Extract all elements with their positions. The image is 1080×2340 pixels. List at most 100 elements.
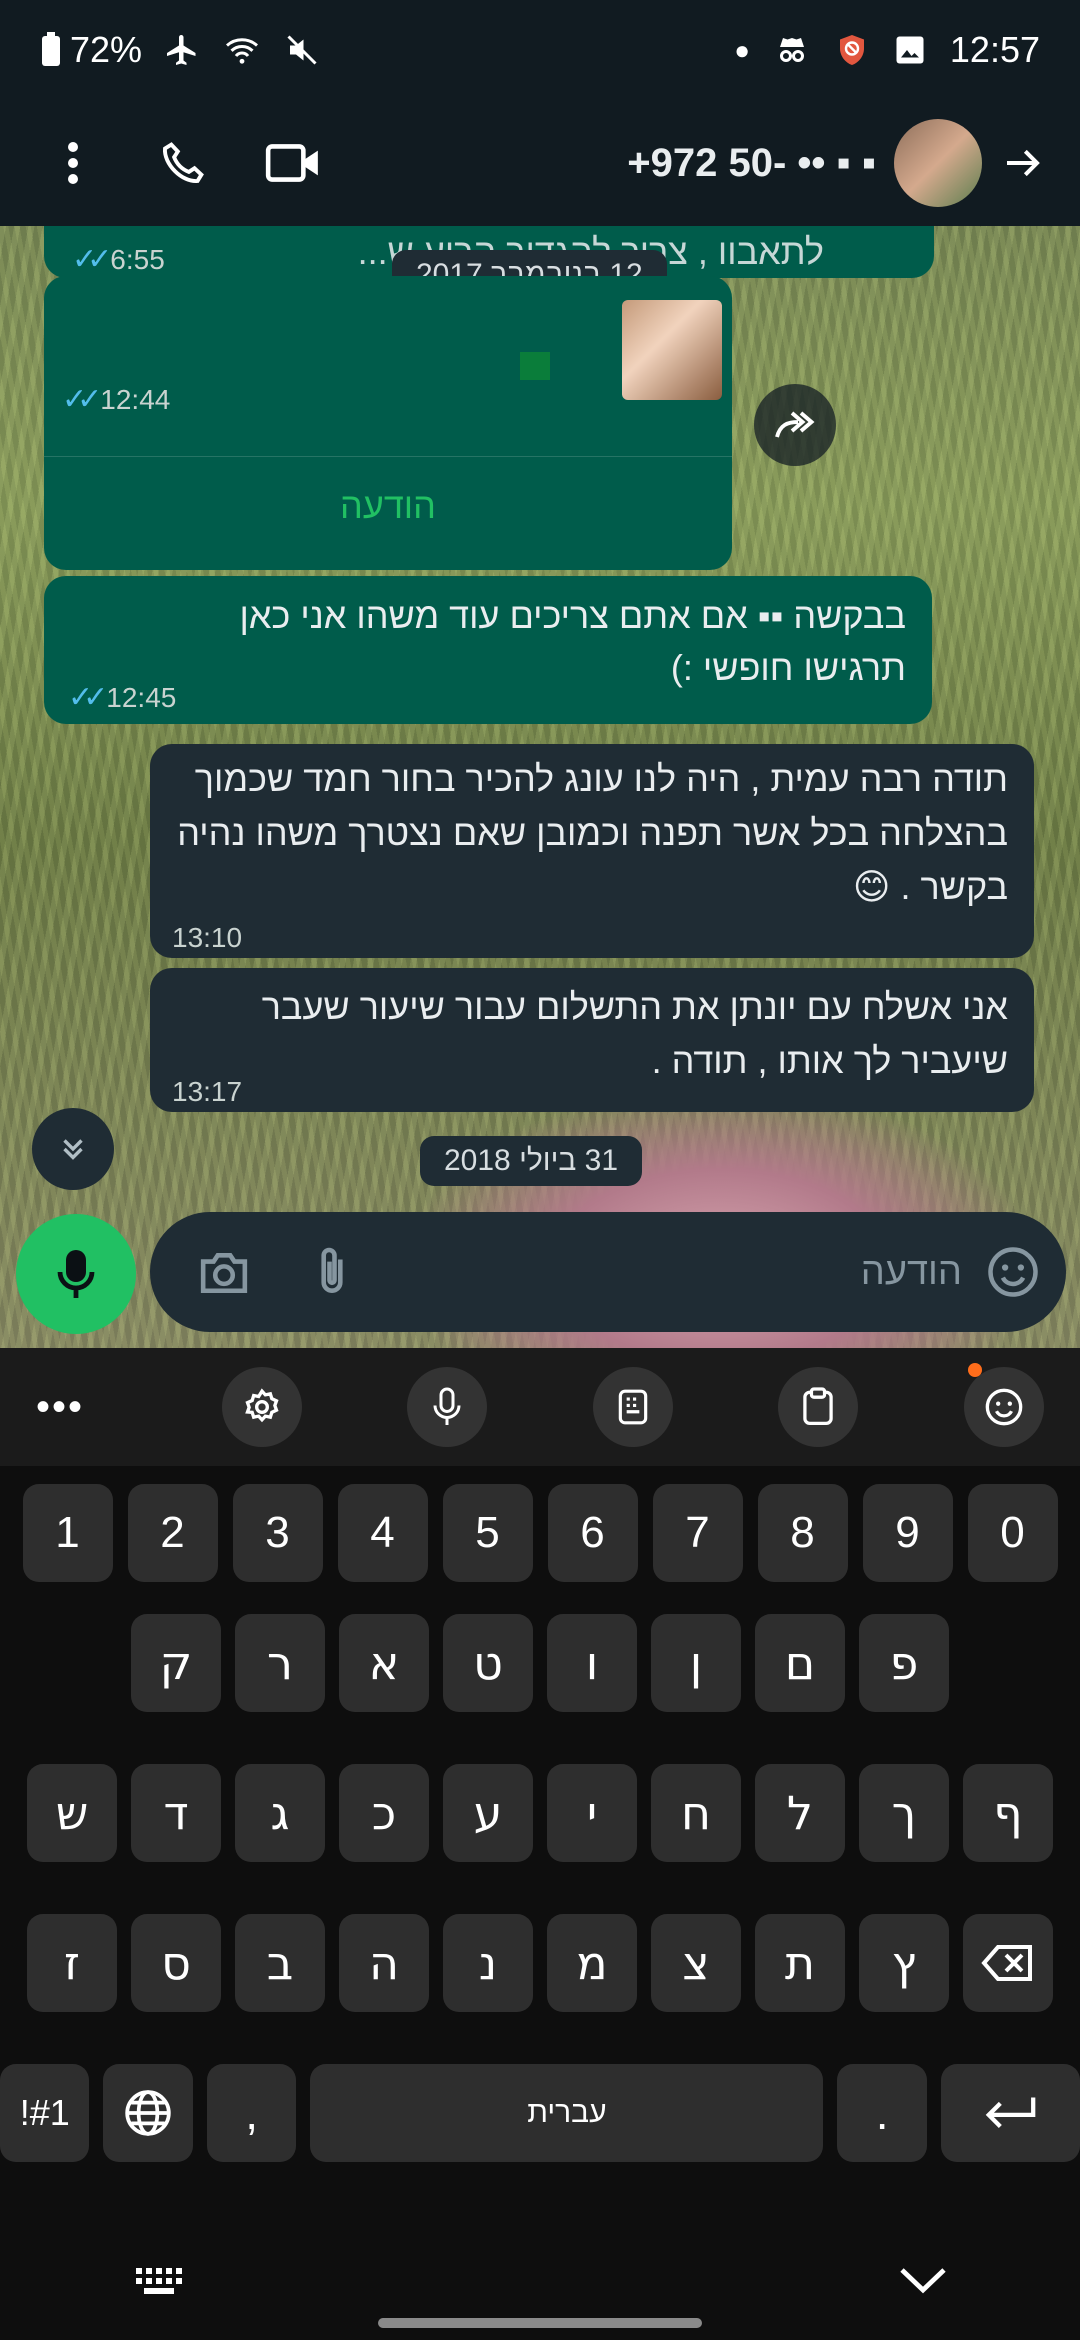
read-ticks-icon: ✓✓	[68, 681, 108, 714]
sticker-image[interactable]	[622, 300, 722, 400]
period-key[interactable]: .	[837, 2064, 927, 2162]
comma-key[interactable]: ,	[206, 2064, 297, 2162]
key-he[interactable]: ה	[339, 1914, 429, 2012]
space-key[interactable]: עברית	[310, 2064, 824, 2162]
key-5[interactable]: 5	[442, 1484, 533, 1582]
key-9[interactable]: 9	[862, 1484, 953, 1582]
key-kaf[interactable]: כ	[339, 1764, 429, 1862]
keyboard-mode-icon[interactable]	[592, 1367, 673, 1447]
gesture-handle[interactable]	[378, 2318, 702, 2328]
avatar[interactable]	[894, 119, 982, 207]
gallery-icon	[892, 32, 928, 68]
settings-icon[interactable]	[221, 1367, 302, 1447]
divider	[44, 456, 732, 457]
message-text: אני אשלח עם יונתן את התשלום עבור שיעור ש…	[261, 986, 1008, 1081]
more-options-icon[interactable]	[28, 118, 118, 208]
letter-row-1: ק ר א ט ו ן ם פ	[0, 1614, 1080, 1712]
key-ayin[interactable]: ע	[443, 1764, 533, 1862]
camera-icon[interactable]	[196, 1247, 252, 1297]
read-ticks-icon: ✓✓	[62, 383, 102, 416]
status-bar: 72% ● 12:57	[0, 0, 1080, 100]
attach-icon[interactable]	[310, 1245, 354, 1299]
key-tsadi[interactable]: צ	[651, 1914, 741, 2012]
emoji-icon[interactable]	[986, 1245, 1040, 1299]
key-1[interactable]: 1	[22, 1484, 113, 1582]
airplane-icon	[164, 32, 200, 68]
key-final-kaf[interactable]: ך	[859, 1764, 949, 1862]
key-7[interactable]: 7	[652, 1484, 743, 1582]
key-mem[interactable]: מ	[547, 1914, 637, 2012]
message-bubble-incoming[interactable]: אני אשלח עם יונתן את התשלום עבור שיעור ש…	[150, 968, 1034, 1112]
message-bubble-media[interactable]: ✓✓ 12:44 הודעה	[44, 276, 732, 570]
contact-name[interactable]: +972 50-‪ ﻿•• ▪ ▪	[338, 141, 894, 186]
key-lamed[interactable]: ל	[755, 1764, 845, 1862]
message-time: 13:10	[172, 922, 243, 953]
symbols-key[interactable]: !#1	[0, 2064, 90, 2162]
letter-row-2: ש ד ג כ ע י ח ל ך ף	[0, 1764, 1080, 1862]
key-resh[interactable]: ר	[235, 1614, 325, 1712]
battery-icon	[40, 32, 62, 68]
voice-call-icon[interactable]	[138, 118, 228, 208]
number-row: 1 2 3 4 5 6 7 8 9 0	[0, 1484, 1080, 1582]
key-tet[interactable]: ט	[443, 1614, 533, 1712]
message-link-button[interactable]: הודעה	[44, 480, 732, 532]
backspace-key[interactable]	[963, 1914, 1053, 2012]
notification-dot-icon: ●	[734, 34, 750, 65]
battery-percent: 72%	[70, 29, 143, 70]
key-pe[interactable]: פ	[859, 1614, 949, 1712]
more-tools-icon[interactable]: •••	[36, 1385, 116, 1430]
key-nun[interactable]: נ	[443, 1914, 533, 2012]
message-text: בבקשה ▪▪ אם אתם צריכים עוד משהו אני כאן	[239, 595, 906, 636]
key-shin[interactable]: ש	[27, 1764, 117, 1862]
emoji-keyboard-icon[interactable]	[963, 1363, 1044, 1447]
language-globe-icon[interactable]	[103, 2064, 193, 2162]
chat-header: +972 50-‪ ﻿•• ▪ ▪	[0, 100, 1080, 226]
voice-input-icon[interactable]	[407, 1367, 488, 1447]
key-qof[interactable]: ק	[131, 1614, 221, 1712]
key-zayin[interactable]: ז	[27, 1914, 117, 2012]
shield-block-icon	[834, 32, 870, 68]
back-arrow-icon[interactable]	[992, 118, 1052, 208]
green-square-image	[520, 352, 550, 380]
key-gimel[interactable]: ג	[235, 1764, 325, 1862]
message-bubble[interactable]: בבקשה ▪▪ אם אתם צריכים עוד משהו אני כאן …	[44, 576, 932, 724]
clock: 12:57	[949, 29, 1040, 70]
chat-area[interactable]: לתאבוו , צריך להגדיר הרוע ש... ✓✓ 6:55 1…	[0, 226, 1080, 1348]
hide-keyboard-icon[interactable]	[898, 2266, 948, 2301]
message-text: תודה רבה עמית , היה לנו עונג להכיר בחור …	[177, 758, 1008, 907]
keyboard-switch-icon[interactable]	[134, 2264, 190, 2305]
key-0[interactable]: 0	[967, 1484, 1058, 1582]
key-4[interactable]: 4	[337, 1484, 428, 1582]
message-composer[interactable]: הודעה	[150, 1212, 1066, 1332]
key-bet[interactable]: ב	[235, 1914, 325, 2012]
key-final-tsadi[interactable]: ץ	[859, 1914, 949, 2012]
key-final-nun[interactable]: ן	[651, 1614, 741, 1712]
voice-record-button[interactable]	[16, 1214, 136, 1334]
video-call-icon[interactable]	[248, 118, 338, 208]
key-alef[interactable]: א	[339, 1614, 429, 1712]
date-chip: 31 ביולי 2018	[420, 1136, 643, 1186]
message-time: ✓✓ 12:44	[62, 374, 170, 426]
key-dalet[interactable]: ד	[131, 1764, 221, 1862]
scroll-to-bottom-button[interactable]	[32, 1108, 114, 1190]
enter-key[interactable]	[940, 2064, 1080, 2162]
key-yod[interactable]: י	[547, 1764, 637, 1862]
message-text: תרגישו חופשי :)	[670, 647, 906, 688]
keyboard-toolbar: •••	[0, 1348, 1080, 1466]
message-bubble-incoming[interactable]: תודה רבה עמית , היה לנו עונג להכיר בחור …	[150, 744, 1034, 958]
key-8[interactable]: 8	[757, 1484, 848, 1582]
key-final-mem[interactable]: ם	[755, 1614, 845, 1712]
key-6[interactable]: 6	[547, 1484, 638, 1582]
key-vav[interactable]: ו	[547, 1614, 637, 1712]
key-2[interactable]: 2	[127, 1484, 218, 1582]
clipboard-icon[interactable]	[778, 1367, 859, 1447]
key-samekh[interactable]: ס	[131, 1914, 221, 2012]
message-input[interactable]: הודעה	[354, 1251, 986, 1294]
key-tav[interactable]: ת	[755, 1914, 845, 2012]
key-het[interactable]: ח	[651, 1764, 741, 1862]
letter-row-3: ז ס ב ה נ מ צ ת ץ	[0, 1914, 1080, 2012]
mute-icon	[284, 32, 320, 68]
forward-button[interactable]	[754, 384, 836, 466]
key-3[interactable]: 3	[232, 1484, 323, 1582]
key-final-pe[interactable]: ף	[963, 1764, 1053, 1862]
